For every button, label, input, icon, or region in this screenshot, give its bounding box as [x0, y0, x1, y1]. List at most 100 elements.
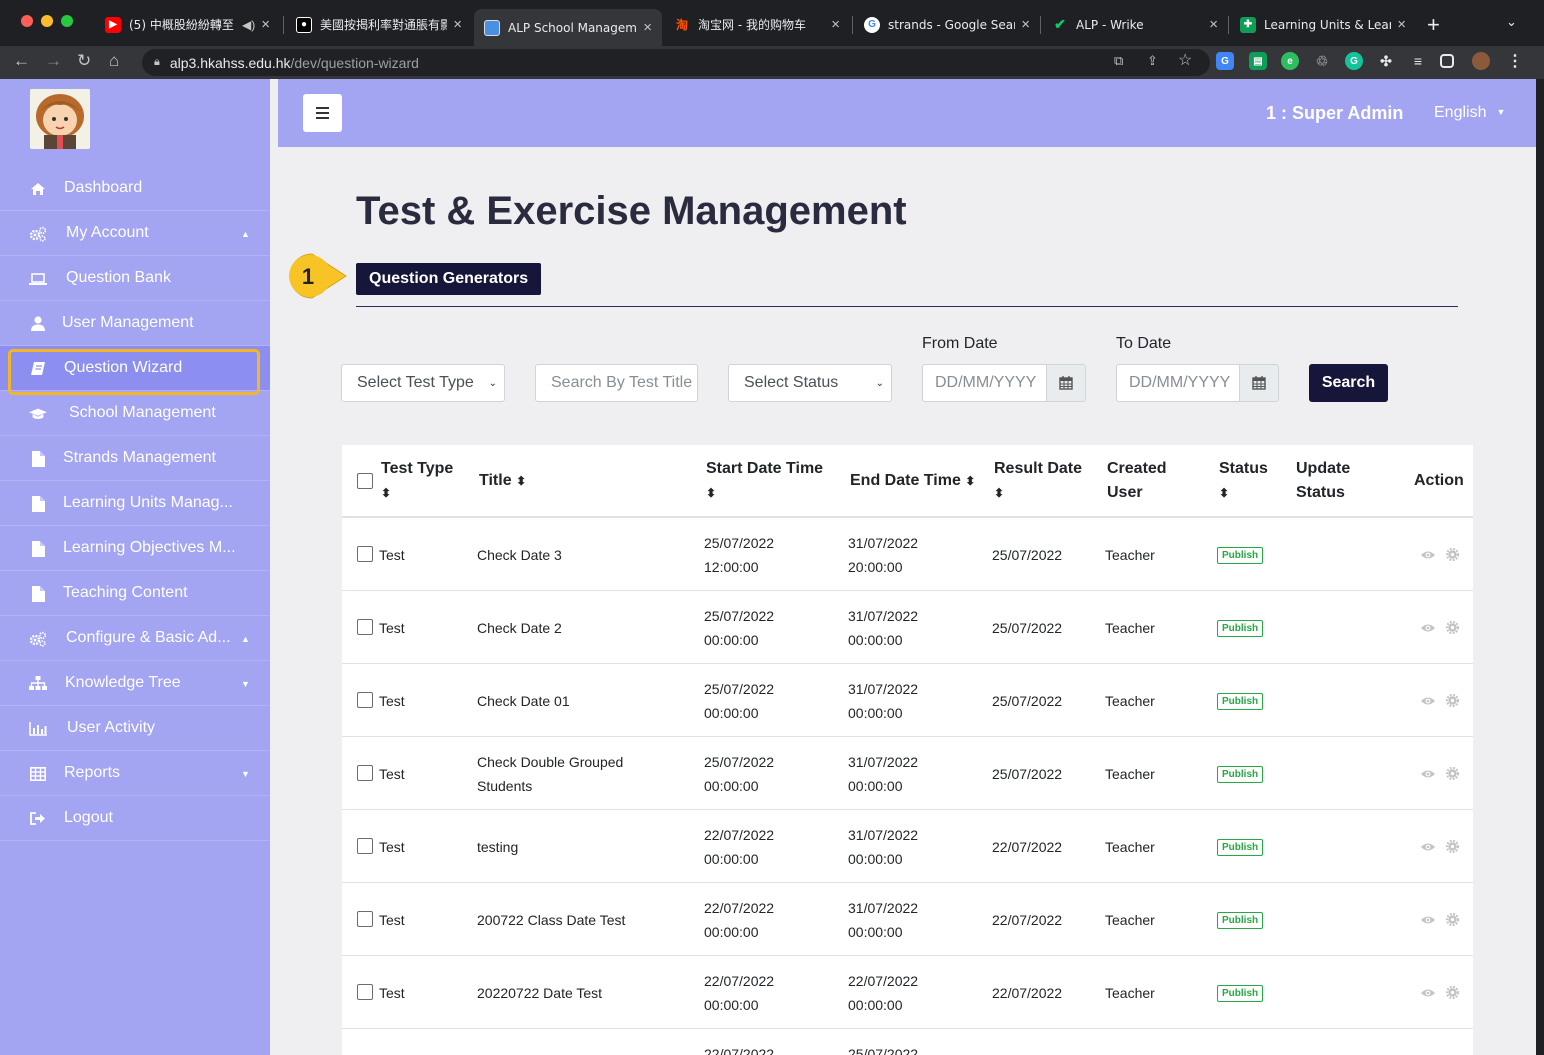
- gear-icon[interactable]: [1446, 986, 1459, 999]
- browser-tab[interactable]: 淘 淘宝网 - 我的购物车 ×: [664, 9, 850, 40]
- evernote-ext-icon[interactable]: e: [1281, 52, 1299, 70]
- sidebar-item-learning-objectives-m[interactable]: Learning Objectives M...: [0, 526, 270, 571]
- sidebar-item-my-account[interactable]: My Account ▲: [0, 211, 270, 256]
- gear-icon[interactable]: [1446, 840, 1459, 853]
- row-checkbox[interactable]: [357, 911, 373, 927]
- eye-icon[interactable]: [1421, 841, 1435, 853]
- col-test-type[interactable]: Test Type ⬍: [381, 457, 453, 505]
- side-panel-icon[interactable]: [1440, 54, 1454, 68]
- new-tab-button[interactable]: +: [1427, 12, 1440, 38]
- sidebar-item-logout[interactable]: Logout: [0, 796, 270, 841]
- sidebar-item-dashboard[interactable]: Dashboard: [0, 166, 270, 211]
- to-date-input[interactable]: DD/MM/YYYY: [1116, 364, 1240, 402]
- google-translate-ext-icon[interactable]: G: [1216, 52, 1234, 70]
- bookmark-star-icon[interactable]: ☆: [1178, 50, 1192, 70]
- back-icon[interactable]: ←: [13, 51, 30, 71]
- zoom-window-button[interactable]: [61, 15, 73, 27]
- search-title-input[interactable]: Search By Test Title: [535, 364, 698, 402]
- sidebar-item-learning-units-manag[interactable]: Learning Units Manag...: [0, 481, 270, 526]
- status-select[interactable]: Select Status ⌄: [728, 364, 892, 402]
- row-checkbox[interactable]: [357, 984, 373, 1000]
- sidebar-item-knowledge-tree[interactable]: Knowledge Tree ▼: [0, 661, 270, 706]
- chevron-down-icon: ⌄: [488, 378, 497, 389]
- grammarly-ext-icon[interactable]: G: [1345, 52, 1363, 70]
- browser-tab-active[interactable]: ALP School Management ×: [474, 9, 662, 46]
- col-start-date[interactable]: Start Date Time ⬍: [706, 457, 823, 505]
- col-result-date[interactable]: Result Date ⬍: [994, 457, 1082, 505]
- top-bar: 1 : Super Admin English ▼: [278, 79, 1536, 147]
- close-tab-icon[interactable]: ×: [1397, 16, 1406, 33]
- from-calendar-button[interactable]: [1046, 364, 1086, 402]
- profile-avatar-icon[interactable]: [1472, 52, 1490, 70]
- browser-tab[interactable]: ✚ Learning Units & Learning ×: [1230, 9, 1416, 40]
- current-user-label[interactable]: 1 : Super Admin: [1266, 103, 1403, 124]
- col-status[interactable]: Status ⬍: [1219, 457, 1268, 505]
- from-date-input[interactable]: DD/MM/YYYY: [922, 364, 1047, 402]
- close-tab-icon[interactable]: ×: [643, 19, 652, 36]
- test-type-select[interactable]: Select Test Type ⌄: [341, 364, 505, 402]
- row-checkbox[interactable]: [357, 546, 373, 562]
- reload-icon[interactable]: ↻: [77, 51, 91, 71]
- sidebar-item-reports[interactable]: Reports ▼: [0, 751, 270, 796]
- col-end-date[interactable]: End Date Time ⬍: [850, 469, 975, 493]
- sheets-ext-icon[interactable]: ▤: [1249, 52, 1267, 70]
- row-checkbox[interactable]: [357, 619, 373, 635]
- browser-tab[interactable]: ● 美國按揭利率對通脹有影響 ×: [286, 9, 472, 40]
- eye-icon[interactable]: [1421, 549, 1435, 561]
- browser-tab[interactable]: ▶ (5) 中概股紛紛轉至 ◀) ×: [95, 9, 280, 40]
- translate-icon[interactable]: ⧉: [1114, 53, 1123, 69]
- close-tab-icon[interactable]: ×: [1021, 16, 1030, 33]
- sidebar-item-school-management[interactable]: School Management: [0, 391, 270, 436]
- share-icon[interactable]: ⇪: [1147, 53, 1158, 69]
- extensions-puzzle-icon[interactable]: ✣: [1377, 52, 1395, 70]
- reading-list-icon[interactable]: ≡: [1409, 52, 1427, 70]
- row-checkbox[interactable]: [357, 765, 373, 781]
- to-calendar-button[interactable]: [1239, 364, 1279, 402]
- table-row: 22/07/2022 25/07/2022: [342, 1029, 1473, 1055]
- gear-icon[interactable]: [1446, 621, 1459, 634]
- sidebar-item-configure-basic-ad[interactable]: Configure & Basic Ad... ▲: [0, 616, 270, 661]
- browser-tab[interactable]: G strands - Google Search ×: [854, 9, 1040, 40]
- browser-tab[interactable]: ✔ ALP - Wrike ×: [1042, 9, 1228, 40]
- gear-icon[interactable]: [1446, 767, 1459, 780]
- home-icon[interactable]: ⌂: [109, 51, 119, 71]
- select-all-checkbox[interactable]: [357, 473, 373, 489]
- menu-toggle-button[interactable]: [303, 94, 342, 132]
- col-title[interactable]: Title ⬍: [479, 469, 526, 493]
- eye-icon[interactable]: [1421, 987, 1435, 999]
- eye-icon[interactable]: [1421, 914, 1435, 926]
- sidebar-item-user-activity[interactable]: User Activity: [0, 706, 270, 751]
- sitemap-icon: [29, 675, 47, 692]
- tab-search-icon[interactable]: ⌄: [1506, 14, 1517, 30]
- language-dropdown[interactable]: English ▼: [1434, 104, 1505, 122]
- recycle-ext-icon[interactable]: ♲: [1313, 52, 1331, 70]
- eye-icon[interactable]: [1421, 622, 1435, 634]
- row-checkbox[interactable]: [357, 692, 373, 708]
- gear-icon[interactable]: [1446, 548, 1459, 561]
- gear-icon[interactable]: [1446, 913, 1459, 926]
- address-bar[interactable]: 🔒︎ alp3.hkahss.edu.hk/dev/question-wizar…: [142, 49, 1210, 76]
- avatar[interactable]: [30, 89, 90, 149]
- speaker-icon[interactable]: ◀): [242, 18, 255, 32]
- row-checkbox[interactable]: [357, 838, 373, 854]
- sidebar-item-question-bank[interactable]: Question Bank: [0, 256, 270, 301]
- close-window-button[interactable]: [21, 15, 33, 27]
- close-tab-icon[interactable]: ×: [453, 16, 462, 33]
- close-tab-icon[interactable]: ×: [831, 16, 840, 33]
- eye-icon[interactable]: [1421, 695, 1435, 707]
- forward-icon[interactable]: →: [45, 51, 62, 71]
- sidebar-item-strands-management[interactable]: Strands Management: [0, 436, 270, 481]
- eye-icon[interactable]: [1421, 768, 1435, 780]
- close-tab-icon[interactable]: ×: [1209, 16, 1218, 33]
- gear-icon[interactable]: [1446, 694, 1459, 707]
- question-generators-button[interactable]: Question Generators: [356, 263, 542, 295]
- col-title-label: Title: [479, 472, 512, 489]
- close-tab-icon[interactable]: ×: [261, 16, 270, 33]
- search-button[interactable]: Search: [1309, 364, 1388, 402]
- cell-start-date: 22/07/2022: [704, 900, 775, 916]
- browser-menu-icon[interactable]: ⋮: [1506, 52, 1524, 70]
- sidebar-item-teaching-content[interactable]: Teaching Content: [0, 571, 270, 616]
- minimize-window-button[interactable]: [41, 15, 53, 27]
- sidebar-item-user-management[interactable]: User Management: [0, 301, 270, 346]
- sidebar-item-question-wizard[interactable]: Question Wizard: [0, 346, 270, 395]
